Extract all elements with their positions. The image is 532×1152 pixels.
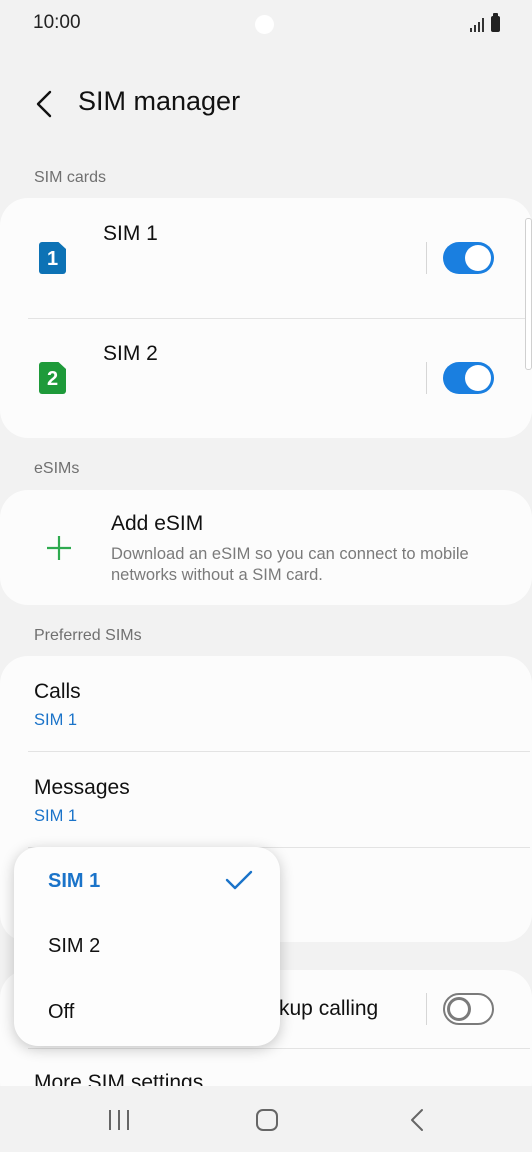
section-label-preferred: Preferred SIMs xyxy=(34,627,142,644)
divider xyxy=(28,1048,530,1049)
back-icon xyxy=(411,1109,423,1131)
add-esim-description: Download an eSIM so you can connect to m… xyxy=(111,545,469,584)
battery-icon xyxy=(491,13,500,32)
calls-value: SIM 1 xyxy=(34,711,78,729)
sim-manager-screen: 10:00 SIM manager SIM cards 1 SIM 1 2 SI… xyxy=(0,0,532,1152)
signal-icon xyxy=(470,18,484,32)
home-button[interactable] xyxy=(227,1086,307,1152)
sim-card-row-2[interactable]: 2 SIM 2 xyxy=(0,319,532,438)
popup-option-sim2[interactable]: SIM 2 xyxy=(14,913,280,979)
section-label-esims: eSIMs xyxy=(34,460,80,477)
back-nav-button[interactable] xyxy=(377,1086,457,1152)
sim2-label: SIM 2 xyxy=(103,342,158,365)
sim1-toggle[interactable] xyxy=(443,242,494,274)
sim2-toggle[interactable] xyxy=(443,362,494,394)
plus-icon xyxy=(47,536,71,560)
navigation-bar xyxy=(0,1086,532,1152)
divider xyxy=(426,362,427,394)
add-esim-title: Add eSIM xyxy=(111,512,204,535)
sim-cards-card: 1 SIM 1 2 SIM 2 xyxy=(0,198,532,438)
status-icons xyxy=(470,13,500,32)
popup-option-label: SIM 1 xyxy=(48,870,101,892)
calls-label: Calls xyxy=(34,680,81,703)
page-title: SIM manager xyxy=(78,86,241,116)
chevron-left-icon xyxy=(36,90,52,118)
camera-cutout xyxy=(255,15,274,34)
popup-option-label: Off xyxy=(48,1001,75,1023)
messages-label: Messages xyxy=(34,776,130,799)
checkmark-icon xyxy=(225,870,253,890)
recents-icon xyxy=(109,1110,129,1130)
scrollbar[interactable] xyxy=(525,218,532,370)
status-time: 10:00 xyxy=(33,12,81,33)
home-icon xyxy=(256,1109,278,1131)
divider xyxy=(426,242,427,274)
popup-option-off[interactable]: Off xyxy=(14,979,280,1045)
sim-selection-popup: SIM 1 SIM 2 Off xyxy=(14,847,280,1046)
back-button[interactable] xyxy=(26,82,66,126)
popup-option-label: SIM 2 xyxy=(48,935,101,957)
backup-calling-toggle[interactable] xyxy=(443,993,494,1025)
backup-calling-label: kup calling xyxy=(279,997,379,1020)
recents-button[interactable] xyxy=(79,1086,159,1152)
section-label-sim-cards: SIM cards xyxy=(34,169,107,186)
sim1-label: SIM 1 xyxy=(103,222,158,245)
divider xyxy=(426,993,427,1025)
sim-card-row-1[interactable]: 1 SIM 1 xyxy=(0,198,532,318)
sim2-icon: 2 xyxy=(39,362,66,394)
sim1-icon: 1 xyxy=(39,242,66,274)
messages-value: SIM 1 xyxy=(34,807,78,825)
popup-option-sim1[interactable]: SIM 1 xyxy=(14,847,280,913)
